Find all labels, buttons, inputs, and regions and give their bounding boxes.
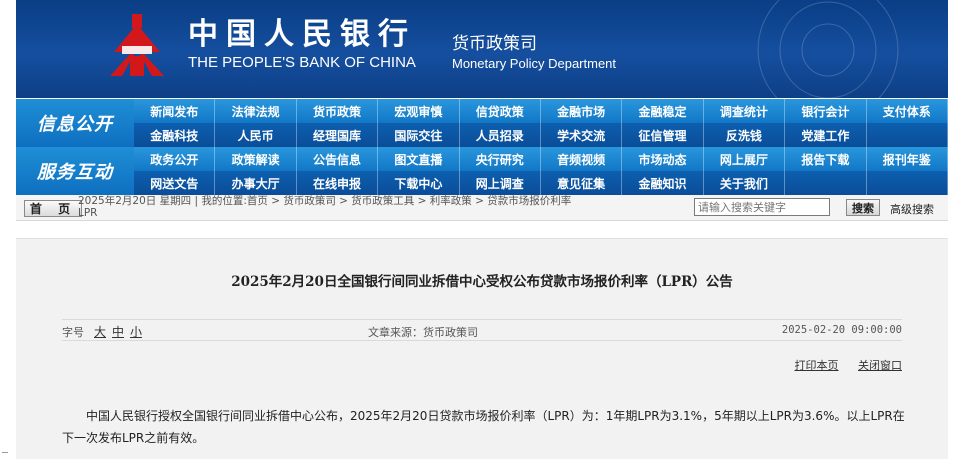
nav-item[interactable]: 支付体系 <box>867 99 948 123</box>
breadcrumb: 2025年2月20日 星期四 | 我的位置:首页 > 货币政策司 > 货币政策工… <box>78 195 572 207</box>
site-banner: 中国人民银行 THE PEOPLE'S BANK OF CHINA 货币政策司 … <box>16 0 948 98</box>
nav-block-info: 信息公开 新闻发布 法律法规 货币政策 宏观审慎 信贷政策 金融市场 金融稳定 … <box>16 99 948 147</box>
print-page-link[interactable]: 打印本页 <box>795 359 839 372</box>
nav-item[interactable]: 公告信息 <box>297 147 379 171</box>
nav-row-1: 新闻发布 法律法规 货币政策 宏观审慎 信贷政策 金融市场 金融稳定 调查统计 … <box>134 99 948 123</box>
nav-item[interactable]: 征信管理 <box>622 123 704 147</box>
nav-item[interactable]: 宏观审慎 <box>378 99 460 123</box>
article-meta: 字号 大 中 小 文章来源：货币政策司 2025-02-20 09:00:00 <box>62 319 902 341</box>
nav-item[interactable]: 学术交流 <box>541 123 623 147</box>
nav-item-empty <box>785 171 867 195</box>
banner-decoration-icon <box>757 0 899 98</box>
department-name-cn: 货币政策司 <box>452 34 537 54</box>
nav-item[interactable]: 银行会计 <box>785 99 867 123</box>
article-body: 中国人民银行授权全国银行间同业拆借中心公布，2025年2月20日贷款市场报价利率… <box>62 409 905 445</box>
nav-section-service: 服务互动 <box>16 147 134 195</box>
close-window-link[interactable]: 关闭窗口 <box>858 359 902 372</box>
nav-item[interactable]: 法律法规 <box>215 99 297 123</box>
nav-item[interactable]: 在线申报 <box>297 171 379 195</box>
pboc-logo-icon <box>110 14 164 76</box>
nav-item[interactable]: 关于我们 <box>704 171 786 195</box>
nav-item[interactable]: 金融稳定 <box>622 99 704 123</box>
font-size-label: 字号 <box>62 326 84 339</box>
article-source: 文章来源：货币政策司 <box>368 326 478 339</box>
nav-row-2: 金融科技 人民币 经理国库 国际交往 人员招录 学术交流 征信管理 反洗钱 党建… <box>134 123 948 147</box>
nav-row-3: 政务公开 政策解读 公告信息 图文直播 央行研究 音频视频 市场动态 网上展厅 … <box>134 147 948 171</box>
article-actions: 打印本页 关闭窗口 <box>779 357 903 373</box>
nav-item[interactable]: 人民币 <box>215 123 297 147</box>
nav-item[interactable]: 金融市场 <box>541 99 623 123</box>
breadcrumb-continued: LPR <box>78 207 98 219</box>
nav-item[interactable]: 政务公开 <box>134 147 216 171</box>
font-size-medium-link[interactable]: 中 <box>112 323 124 340</box>
nav-item[interactable]: 网上调查 <box>460 171 541 195</box>
nav-item[interactable]: 报刊年鉴 <box>867 147 948 171</box>
nav-row-4: 网送文告 办事大厅 在线申报 下载中心 网上调查 意见征集 金融知识 关于我们 <box>134 171 948 195</box>
breadcrumb-bar: 首 页 2025年2月20日 星期四 | 我的位置:首页 > 货币政策司 > 货… <box>16 195 948 221</box>
nav-item[interactable]: 金融知识 <box>622 171 704 195</box>
nav-item[interactable]: 办事大厅 <box>215 171 297 195</box>
nav-block-service: 服务互动 政务公开 政策解读 公告信息 图文直播 央行研究 音频视频 市场动态 … <box>16 147 948 195</box>
nav-item[interactable]: 金融科技 <box>134 123 216 147</box>
nav-item[interactable]: 经理国库 <box>297 123 379 147</box>
nav-item[interactable]: 下载中心 <box>378 171 460 195</box>
nav-item[interactable]: 货币政策 <box>297 99 379 123</box>
department-name-en: Monetary Policy Department <box>452 56 617 71</box>
nav-item[interactable]: 图文直播 <box>378 147 460 171</box>
nav-item[interactable]: 党建工作 <box>785 123 867 147</box>
nav-item[interactable]: 报告下载 <box>785 147 867 171</box>
advanced-search-link[interactable]: 高级搜索 <box>890 201 934 217</box>
nav-item[interactable]: 信贷政策 <box>460 99 541 123</box>
nav-item[interactable]: 国际交往 <box>378 123 460 147</box>
nav-item[interactable]: 网上展厅 <box>704 147 786 171</box>
font-size-small-link[interactable]: 小 <box>130 323 142 340</box>
nav-item[interactable]: 政策解读 <box>215 147 297 171</box>
article-panel: 2025年2月20日全国银行间同业拆借中心受权公布贷款市场报价利率（LPR）公告… <box>16 238 948 459</box>
nav-item[interactable]: 意见征集 <box>541 171 623 195</box>
font-size-large-link[interactable]: 大 <box>94 323 106 340</box>
nav-item[interactable]: 央行研究 <box>460 147 541 171</box>
nav-item[interactable]: 调查统计 <box>704 99 786 123</box>
bank-name-cn: 中国人民银行 <box>188 17 416 52</box>
search-input[interactable] <box>694 198 830 216</box>
nav-section-info: 信息公开 <box>16 99 134 147</box>
article-title: 2025年2月20日全国银行间同业拆借中心受权公布贷款市场报价利率（LPR）公告 <box>231 274 733 290</box>
nav-item-empty <box>867 171 948 195</box>
nav-item[interactable]: 音频视频 <box>541 147 623 171</box>
nav-item[interactable]: 人员招录 <box>460 123 541 147</box>
bank-name-en: THE PEOPLE'S BANK OF CHINA <box>188 54 416 71</box>
nav-item[interactable]: 反洗钱 <box>704 123 786 147</box>
home-button[interactable]: 首 页 <box>24 200 82 217</box>
nav-item-empty <box>867 123 948 147</box>
nav-item[interactable]: 新闻发布 <box>134 99 216 123</box>
article-date: 2025-02-20 09:00:00 <box>781 324 902 336</box>
edge-mark <box>2 452 8 453</box>
nav-item[interactable]: 市场动态 <box>622 147 704 171</box>
nav-item[interactable]: 网送文告 <box>134 171 216 195</box>
search-button[interactable]: 搜索 <box>846 199 880 216</box>
